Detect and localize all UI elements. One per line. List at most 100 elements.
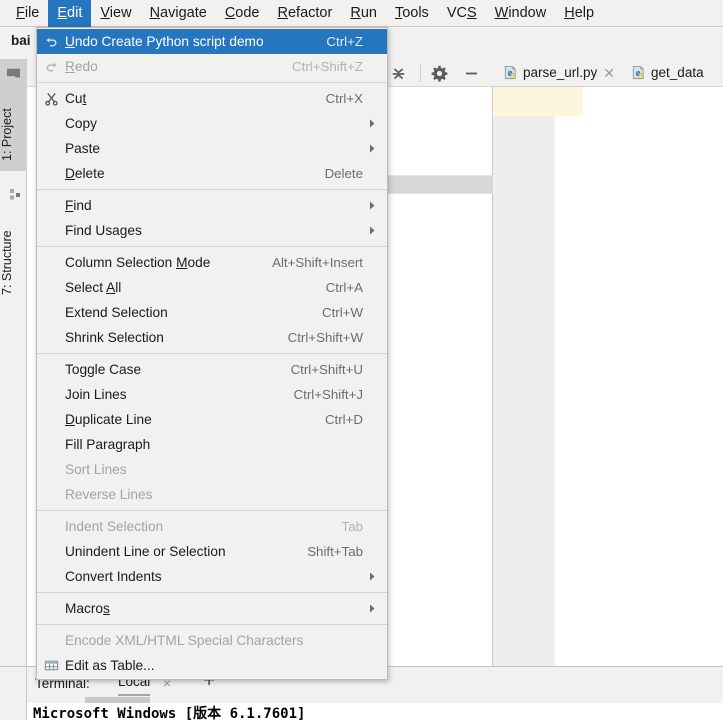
menu-separator [37,246,387,247]
menu-item-label: Indent Selection [65,519,164,534]
edit-menu-dropdown[interactable]: Undo Create Python script demo Ctrl+Z Redo… [36,27,388,680]
redo-icon [37,54,65,79]
menubar-item-tools[interactable]: Tools [386,0,438,27]
menubar-item-refactor[interactable]: Refactor [269,0,342,27]
gear-icon[interactable] [430,64,449,83]
menu-separator [37,82,387,83]
menu-item-shortcut: Ctrl+Shift+W [287,330,363,345]
menu-separator [37,189,387,190]
minimize-icon[interactable] [462,64,481,83]
menu-item-shortcut: Ctrl+X [325,91,363,106]
menubar-item-file[interactable]: File [7,0,48,27]
breadcrumb: bai [11,33,31,48]
menu-item-icon-slot [37,482,65,507]
menubar-item-code[interactable]: Code [216,0,269,27]
menu-item-join-lines[interactable]: Join Lines Ctrl+Shift+J [37,382,387,407]
sidebar-item-structure-label: 7: Structure [0,230,14,295]
table-icon [37,653,65,678]
menu-item-label: Sort Lines [65,462,127,477]
collapse-all-icon[interactable] [389,64,408,83]
python-file-icon [631,65,646,80]
scissors-icon [37,86,65,111]
menu-item-select-all[interactable]: Select All Ctrl+A [37,275,387,300]
editor-tab-get-data[interactable]: get_data [621,59,710,87]
folder-icon [6,66,21,81]
sidebar-item-project[interactable]: 1: Project [0,59,27,171]
current-line-gutter-highlight [493,87,555,116]
editor-tab-label: get_data [651,65,704,80]
menu-item-copy[interactable]: Copy [37,111,387,136]
menu-separator [37,353,387,354]
menubar-item-help[interactable]: Help [555,0,603,27]
menu-item-undo-create-python-script-demo[interactable]: Undo Create Python script demo Ctrl+Z [37,29,387,54]
menu-item-icon-slot [37,432,65,457]
close-icon[interactable]: ✕ [603,66,615,80]
menu-item-label: Convert Indents [65,569,162,584]
menu-item-label: Paste [65,141,101,156]
menu-item-label: Edit as Table... [65,658,155,673]
menu-item-label: Encode XML/HTML Special Characters [65,633,304,648]
menu-bar: File Edit View Navigate Code Refactor Run Tools… [0,0,723,27]
menu-item-icon-slot [37,136,65,161]
menu-item-icon-slot [37,514,65,539]
menu-item-shrink-selection[interactable]: Shrink Selection Ctrl+Shift+W [37,325,387,350]
menu-separator [37,510,387,511]
terminal-output[interactable]: Microsoft Windows [版本 6.1.7601] [27,703,723,720]
menu-item-icon-slot [37,357,65,382]
menubar-item-view[interactable]: View [91,0,140,27]
menu-item-label: Undo Create Python script demo [65,34,264,49]
editor-tab-label: parse_url.py [523,65,598,80]
menubar-item-edit[interactable]: Edit [48,0,92,27]
menu-item-icon-slot [37,628,65,653]
menu-item-icon-slot [37,407,65,432]
editor-tab-parse-url[interactable]: parse_url.py ✕ [493,59,621,87]
project-tree-selected-row[interactable] [381,175,493,194]
menu-item-fill-paragraph[interactable]: Fill Paragraph [37,432,387,457]
menu-item-shortcut: Ctrl+A [325,280,363,295]
menu-item-shortcut: Tab [341,519,363,534]
editor-tab-bar: parse_url.py ✕ get_data [493,59,723,87]
menu-item-label: Macros [65,601,110,616]
menu-item-toggle-case[interactable]: Toggle Case Ctrl+Shift+U [37,357,387,382]
menu-item-find-usages[interactable]: Find Usages [37,218,387,243]
menu-item-icon-slot [37,596,65,621]
menu-item-label: Redo [65,59,98,74]
menu-item-edit-as-table[interactable]: Edit as Table... [37,653,387,678]
menu-item-find[interactable]: Find [37,193,387,218]
menu-item-shortcut: Ctrl+Shift+J [293,387,363,402]
menu-item-unindent-line-or-selection[interactable]: Unindent Line or Selection Shift+Tab [37,539,387,564]
menu-item-label: Copy [65,116,97,131]
left-tool-stripe: 1: Project 7: Structure [0,59,27,666]
menu-item-macros[interactable]: Macros [37,596,387,621]
editor-gutter[interactable] [493,87,555,666]
menu-item-label: Reverse Lines [65,487,153,502]
menubar-item-vcs[interactable]: VCS [438,0,486,27]
submenu-arrow-icon [363,143,377,154]
menu-item-column-selection-mode[interactable]: Column Selection Mode Alt+Shift+Insert [37,250,387,275]
menu-item-icon-slot [37,111,65,136]
menu-item-encode-xml-html-special-characters: Encode XML/HTML Special Characters [37,628,387,653]
menu-item-label: Delete [65,166,105,181]
menu-item-shortcut: Alt+Shift+Insert [272,255,363,270]
menu-item-indent-selection: Indent Selection Tab [37,514,387,539]
menu-item-icon-slot [37,218,65,243]
menu-item-convert-indents[interactable]: Convert Indents [37,564,387,589]
menu-item-icon-slot [37,161,65,186]
menu-item-label: Unindent Line or Selection [65,544,226,559]
menu-item-reverse-lines: Reverse Lines [37,482,387,507]
menu-item-label: Find [65,198,92,213]
menubar-item-window[interactable]: Window [486,0,556,27]
sidebar-item-structure[interactable]: 7: Structure [0,177,27,305]
menu-item-sort-lines: Sort Lines [37,457,387,482]
menu-item-extend-selection[interactable]: Extend Selection Ctrl+W [37,300,387,325]
current-line-highlight [555,87,583,116]
menu-item-duplicate-line[interactable]: Duplicate Line Ctrl+D [37,407,387,432]
menubar-item-run[interactable]: Run [341,0,386,27]
pycharm-window: File Edit View Navigate Code Refactor Run Tools… [0,0,723,720]
menu-item-label: Column Selection Mode [65,255,211,270]
menu-item-paste[interactable]: Paste [37,136,387,161]
menu-item-cut[interactable]: Cut Ctrl+X [37,86,387,111]
menubar-item-navigate[interactable]: Navigate [141,0,216,27]
menu-item-delete[interactable]: Delete Delete [37,161,387,186]
code-editor[interactable] [493,87,723,666]
